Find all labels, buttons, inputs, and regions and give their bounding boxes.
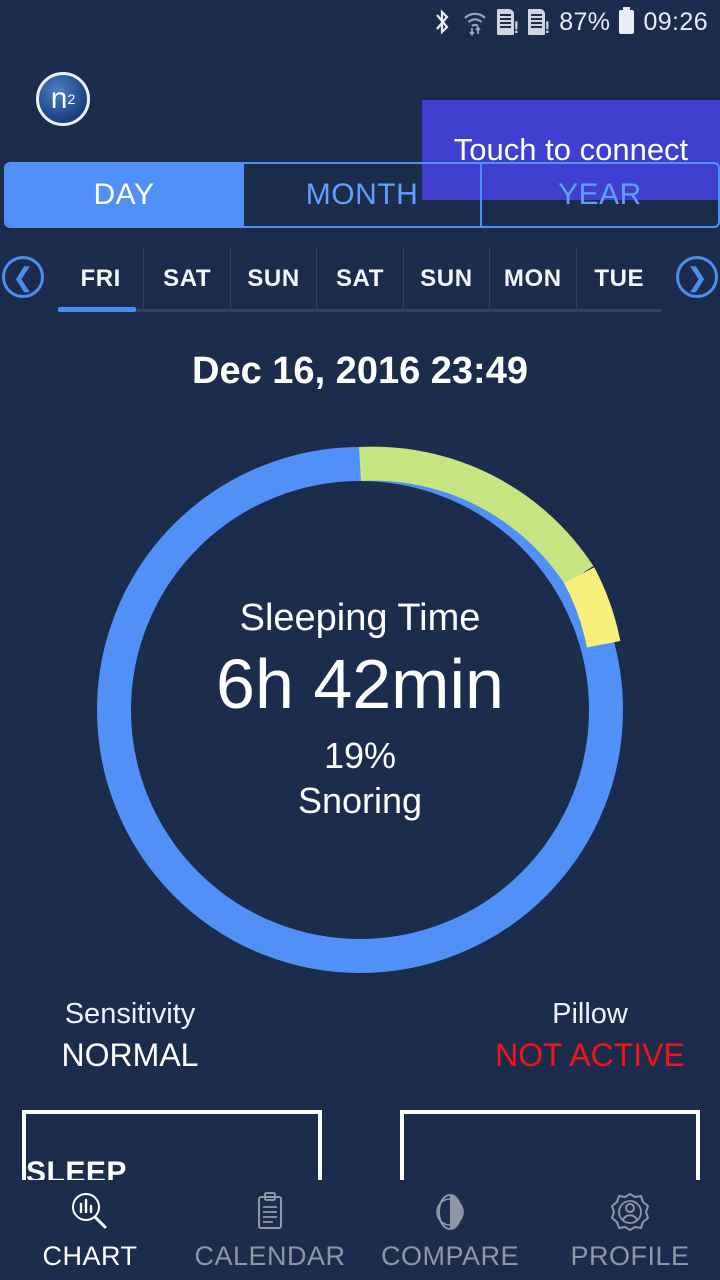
tab-day[interactable]: DAY — [6, 164, 244, 226]
nav-label-compare: COMPARE — [380, 1240, 519, 1271]
metric-cards: SLEEP EFFICIENCY SNORING — [0, 1110, 720, 1180]
app-logo-letter: n — [50, 82, 68, 115]
session-date-title: Dec 16, 2016 23:49 — [192, 350, 528, 392]
pillow-block[interactable]: Pillow NOT ACTIVE — [420, 998, 720, 1074]
nav-item-calendar[interactable]: CALENDAR — [180, 1180, 360, 1280]
app-header: n2 Touch to connect — [0, 44, 720, 200]
sensitivity-value: NORMAL — [61, 1037, 199, 1073]
sensitivity-block[interactable]: Sensitivity NORMAL — [0, 998, 300, 1074]
app-logo-icon: n2 — [36, 72, 90, 126]
nav-item-chart[interactable]: CHART — [0, 1180, 180, 1280]
card-snoring[interactable]: SNORING — [400, 1110, 700, 1180]
sim2-icon: ! — [528, 9, 550, 36]
gear-person-icon — [607, 1189, 653, 1235]
sleep-donut-chart[interactable]: Sleeping Time 6h 42min 19% Snoring — [80, 430, 640, 990]
info-row: Sensitivity NORMAL Pillow NOT ACTIVE — [0, 998, 720, 1084]
day-item-3[interactable]: SAT — [317, 248, 404, 310]
day-item-4[interactable]: SUN — [404, 248, 491, 310]
range-tabs: DAY MONTH YEAR — [0, 162, 720, 228]
sensitivity-label: Sensitivity — [64, 998, 196, 1030]
donut-svg — [97, 446, 623, 973]
clipboard-icon — [247, 1189, 293, 1235]
day-strip: ❮ ❯ FRI SAT SUN SAT SUN MON TUE — [0, 248, 720, 326]
pillow-label: Pillow — [552, 998, 628, 1030]
bottom-nav: CHART CALENDAR COMPARE PROFILE — [0, 1180, 720, 1280]
tab-month[interactable]: MONTH — [244, 164, 482, 226]
app-screen: ! ! 87% 09:26 n2 Touch to connect DAY MO… — [0, 0, 720, 1280]
nav-label-calendar: CALENDAR — [194, 1240, 346, 1271]
day-item-1[interactable]: SAT — [144, 248, 231, 310]
nav-item-compare[interactable]: COMPARE — [360, 1180, 540, 1280]
status-time: 09:26 — [643, 7, 708, 36]
chart-search-icon — [67, 1189, 113, 1235]
day-strip-divider — [58, 309, 662, 312]
nav-label-profile: PROFILE — [570, 1240, 690, 1271]
nav-item-profile[interactable]: PROFILE — [540, 1180, 720, 1280]
day-selected-indicator — [58, 307, 136, 312]
battery-icon — [619, 7, 635, 34]
donut-segment-green — [359, 446, 594, 585]
pillow-status-badge: NOT ACTIVE — [495, 1037, 685, 1073]
app-logo-superscript: 2 — [67, 91, 76, 107]
prev-day-arrow-icon[interactable]: ❮ — [2, 256, 44, 298]
card-sleep-efficiency[interactable]: SLEEP EFFICIENCY — [22, 1110, 322, 1180]
day-item-2[interactable]: SUN — [231, 248, 318, 310]
day-item-0[interactable]: FRI — [58, 248, 145, 310]
sim1-icon: ! — [497, 9, 519, 36]
bluetooth-icon — [431, 8, 453, 36]
battery-percent: 87% — [559, 7, 611, 36]
day-item-5[interactable]: MON — [490, 248, 577, 310]
status-bar: ! ! 87% 09:26 — [0, 0, 720, 44]
half-circle-icon — [427, 1189, 473, 1235]
tab-year[interactable]: YEAR — [482, 164, 718, 226]
next-day-arrow-icon[interactable]: ❯ — [676, 256, 718, 298]
day-item-6[interactable]: TUE — [577, 248, 662, 310]
nav-label-chart: CHART — [42, 1240, 138, 1271]
wifi-icon — [462, 8, 488, 36]
